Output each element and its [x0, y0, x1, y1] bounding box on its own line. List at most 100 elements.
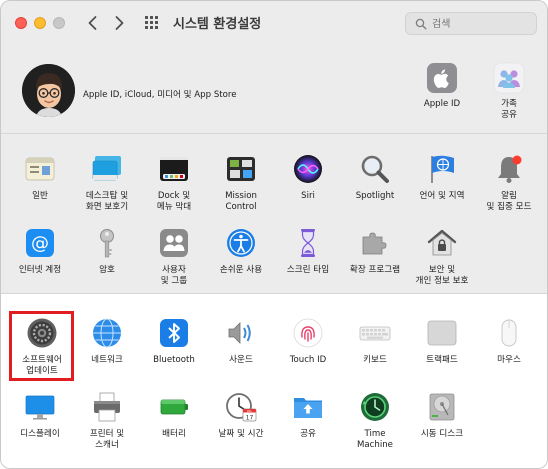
- account-description[interactable]: Apple ID, iCloud, 미디어 및 App Store: [83, 88, 237, 100]
- pane-label: 공유: [300, 429, 316, 439]
- apple-id-icon: [426, 62, 458, 94]
- memoji-avatar[interactable]: [22, 64, 75, 117]
- pane-label: Bluetooth: [153, 355, 195, 365]
- pane-time-machine[interactable]: Time Machine: [342, 391, 408, 451]
- pane-label: Touch ID: [289, 355, 327, 365]
- pane-passwords[interactable]: 암호: [74, 227, 140, 276]
- search-input[interactable]: [432, 16, 532, 32]
- pane-displays[interactable]: 디스플레이: [7, 391, 73, 440]
- pane-dock-menubar[interactable]: Dock 및 메뉴 막대: [141, 153, 207, 213]
- pane-users-groups[interactable]: 사용자 및 그룹: [141, 227, 207, 287]
- printer-icon: [91, 391, 123, 423]
- users-icon: [158, 227, 190, 259]
- zoom-window-button[interactable]: [53, 17, 65, 29]
- pane-mission-control[interactable]: Mission Control: [208, 153, 274, 213]
- siri-icon: [292, 153, 324, 185]
- apple-id-pane[interactable]: Apple ID: [404, 62, 480, 110]
- family-sharing-label: 가족 공유: [501, 99, 517, 120]
- pane-label: 알림 및 집중 모드: [486, 191, 532, 212]
- pane-label: 키보드: [363, 355, 387, 365]
- globe-flag-icon: [426, 153, 458, 185]
- spotlight-icon: [359, 153, 391, 185]
- pane-label: 시동 디스크: [420, 429, 464, 439]
- calendar-month: JUL: [246, 409, 252, 413]
- pane-label: 프린터 및 스캐너: [89, 429, 125, 450]
- pane-bluetooth[interactable]: Bluetooth: [141, 317, 207, 366]
- pane-label: 마우스: [497, 355, 521, 365]
- pane-label: 손쉬운 사용: [219, 265, 263, 275]
- pane-label: 날짜 및 시간: [218, 429, 264, 439]
- bluetooth-icon: [158, 317, 190, 349]
- show-all-grid-button[interactable]: [145, 16, 161, 32]
- pane-label: 소프트웨어 업데이트: [22, 355, 62, 376]
- pane-label: 보안 및 개인 정보 보호: [415, 265, 469, 286]
- pane-extensions[interactable]: 확장 프로그램: [342, 227, 408, 276]
- pane-sound[interactable]: 사운드: [208, 317, 274, 366]
- calendar-day: 17: [246, 415, 254, 422]
- system-preferences-window: 시스템 환경설정 Apple ID, iCloud, 미디어 및 App Sto…: [0, 0, 548, 469]
- pane-keyboard[interactable]: 키보드: [342, 317, 408, 366]
- pane-label: 데스크탑 및 화면 보호기: [85, 191, 129, 212]
- pane-label: 암호: [99, 265, 115, 275]
- pane-internet-accounts[interactable]: @ 인터넷 계정: [7, 227, 73, 276]
- chevron-left-icon: [88, 16, 97, 30]
- pane-label: Spotlight: [355, 191, 395, 201]
- pane-accessibility[interactable]: 손쉬운 사용: [208, 227, 274, 276]
- pane-security-privacy[interactable]: 보안 및 개인 정보 보호: [409, 227, 475, 287]
- pane-notifications-focus[interactable]: 알림 및 집중 모드: [476, 153, 542, 213]
- window-title: 시스템 환경설정: [173, 17, 262, 32]
- pane-language-region[interactable]: 언어 및 지역: [409, 153, 475, 202]
- puzzle-icon: [359, 227, 391, 259]
- chevron-right-icon: [115, 16, 124, 30]
- sharing-folder-icon: [292, 391, 324, 423]
- back-button[interactable]: [83, 13, 103, 33]
- account-area: Apple ID, iCloud, 미디어 및 App Store Apple …: [1, 47, 547, 133]
- pane-touch-id[interactable]: Touch ID: [275, 317, 341, 366]
- pane-label: 배터리: [162, 429, 186, 439]
- pane-label: Time Machine: [357, 429, 393, 450]
- minimize-window-button[interactable]: [34, 17, 46, 29]
- pane-general[interactable]: 일반: [7, 153, 73, 202]
- pane-printers-scanners[interactable]: 프린터 및 스캐너: [74, 391, 140, 451]
- trackpad-icon: [426, 317, 458, 349]
- pane-software-update[interactable]: 소프트웨어 업데이트: [9, 317, 75, 377]
- pane-label: 일반: [32, 191, 48, 201]
- pane-mouse[interactable]: 마우스: [476, 317, 542, 366]
- family-sharing-icon: [493, 62, 525, 94]
- pane-desktop-screensaver[interactable]: 데스크탑 및 화면 보호기: [74, 153, 140, 213]
- pane-battery[interactable]: 배터리: [141, 391, 207, 440]
- speaker-icon: [225, 317, 257, 349]
- battery-icon: [158, 391, 190, 423]
- pane-label: 언어 및 지역: [419, 191, 465, 201]
- search-icon: [415, 18, 427, 30]
- pane-date-time[interactable]: JUL 17 날짜 및 시간: [208, 391, 274, 440]
- clock-calendar-icon: JUL 17: [225, 391, 257, 423]
- pane-network[interactable]: 네트워크: [74, 317, 140, 366]
- bell-icon: [493, 153, 525, 185]
- disk-icon: [426, 391, 458, 423]
- pane-label: 확장 프로그램: [349, 265, 401, 275]
- pane-trackpad[interactable]: 트랙패드: [409, 317, 475, 366]
- close-window-button[interactable]: [15, 17, 27, 29]
- pane-label: 디스플레이: [20, 429, 60, 439]
- fingerprint-icon: [292, 317, 324, 349]
- pane-screen-time[interactable]: 스크린 타임: [275, 227, 341, 276]
- keyboard-icon: [359, 317, 391, 349]
- dock-icon: [158, 153, 190, 185]
- family-sharing-pane[interactable]: 가족 공유: [471, 62, 547, 121]
- at-sign-icon: @: [24, 227, 56, 259]
- memoji-icon: [22, 64, 75, 117]
- pane-siri[interactable]: Siri: [275, 153, 341, 202]
- pane-spotlight[interactable]: Spotlight: [342, 153, 408, 202]
- mission-control-icon: [225, 153, 257, 185]
- time-machine-icon: [359, 391, 391, 423]
- apple-id-label: Apple ID: [423, 99, 461, 109]
- pane-label: Mission Control: [225, 191, 257, 212]
- pane-startup-disk[interactable]: 시동 디스크: [409, 391, 475, 440]
- desktop-screensaver-icon: [91, 153, 123, 185]
- pane-sharing[interactable]: 공유: [275, 391, 341, 440]
- key-icon: [91, 227, 123, 259]
- search-field[interactable]: [405, 12, 537, 35]
- forward-button[interactable]: [109, 13, 129, 33]
- title-bar: 시스템 환경설정: [1, 1, 547, 47]
